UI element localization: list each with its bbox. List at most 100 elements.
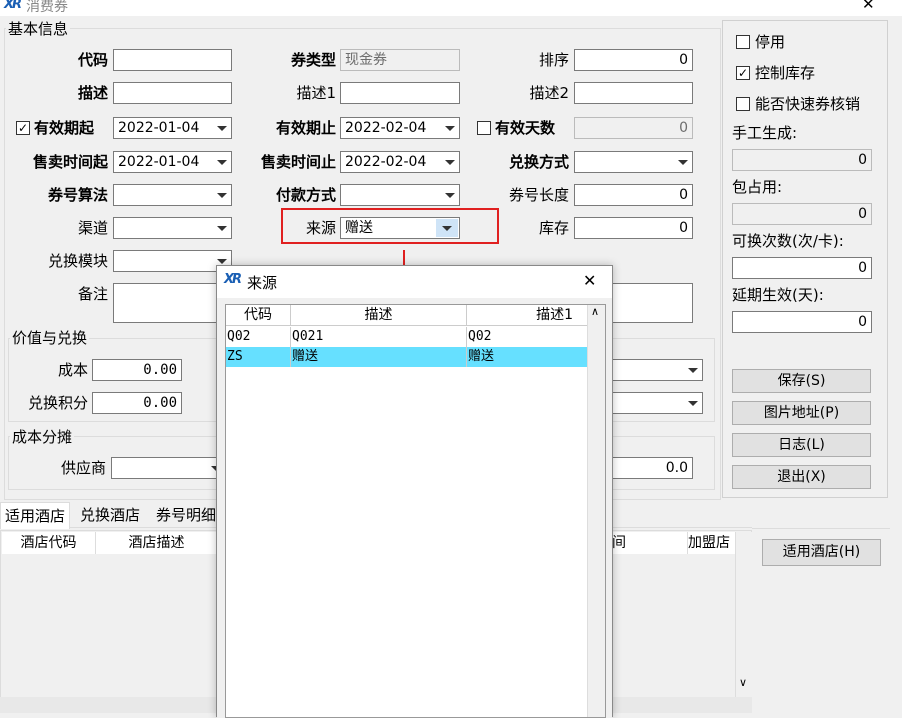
cost-group-title: 成本分摊 (10, 428, 75, 446)
col-interval[interactable]: 间 (612, 532, 688, 554)
cell-desc: 赠送 (291, 347, 467, 367)
source-popup: XR 来源 ✕ 代码 描述 描述1 Q02 Q021 Q02 ZS 赠送 赠送 … (216, 265, 613, 718)
quick-verify-checkbox[interactable] (736, 97, 750, 111)
times-field[interactable]: 0 (732, 257, 872, 279)
length-label: 券号长度 (508, 186, 569, 204)
chevron-down-icon (217, 193, 227, 198)
chevron-down-icon (445, 160, 455, 165)
delay-field[interactable]: 0 (732, 311, 872, 333)
applicable-hotels-button[interactable]: 适用酒店(H) (762, 539, 881, 566)
sort-field[interactable]: 0 (574, 49, 693, 71)
table-row-selected[interactable]: ZS 赠送 赠送 (226, 347, 588, 367)
type-field: 现金券 (340, 49, 460, 71)
points-label: 兑换积分 (27, 394, 88, 412)
valid-from-dropdown[interactable]: 2022-01-04 (113, 117, 232, 139)
supplier-dropdown[interactable] (111, 457, 226, 479)
source-table: 代码 描述 描述1 Q02 Q021 Q02 ZS 赠送 赠送 ∧ (225, 304, 606, 718)
tab-voucher-details[interactable]: 券号明细 (152, 502, 220, 528)
tab-exchange-hotels[interactable]: 兑换酒店 (76, 502, 144, 528)
code-field[interactable] (113, 49, 232, 71)
disable-checkbox[interactable] (736, 35, 750, 49)
table-row[interactable]: Q02 Q021 Q02 (226, 327, 588, 347)
save-button[interactable]: 保存(S) (732, 369, 871, 393)
col-code[interactable]: 代码 (226, 305, 291, 326)
chevron-down-icon (688, 401, 698, 406)
value-right-dropdown-2[interactable] (610, 392, 703, 414)
code-label: 代码 (77, 51, 108, 69)
valid-days-checkbox[interactable] (477, 121, 491, 135)
valid-from-value: 2022-01-04 (118, 120, 200, 136)
col-desc1[interactable]: 描述1 (467, 305, 588, 326)
close-icon[interactable]: ✕ (583, 271, 596, 290)
value-right-dropdown-1[interactable] (610, 359, 703, 381)
channel-dropdown[interactable] (113, 217, 232, 239)
pay-label: 付款方式 (275, 186, 336, 204)
chevron-down-icon (688, 368, 698, 373)
manual-field: 0 (732, 149, 872, 171)
times-label: 可换次数(次/卡): (732, 232, 844, 250)
exit-button[interactable]: 退出(X) (732, 465, 871, 489)
stock-control-checkbox[interactable]: ✓ (736, 66, 750, 80)
exchange-mode-dropdown[interactable] (574, 151, 693, 173)
type-label: 券类型 (290, 51, 336, 69)
close-icon[interactable]: ✕ (862, 0, 875, 13)
basic-info-title: 基本信息 (6, 20, 71, 38)
desc-field[interactable] (113, 82, 232, 104)
delay-label: 延期生效(天): (732, 286, 824, 304)
points-field[interactable]: 0.00 (92, 392, 182, 414)
cost-label: 成本 (57, 361, 88, 379)
cell-code: ZS (226, 347, 291, 367)
valid-to-label: 有效期止 (275, 119, 336, 137)
cell-code: Q02 (226, 327, 291, 347)
sort-label: 排序 (538, 51, 569, 69)
cost-field[interactable]: 0.00 (92, 359, 182, 381)
valid-to-dropdown[interactable]: 2022-02-04 (340, 117, 460, 139)
col-hotel-code[interactable]: 酒店代码 (2, 532, 96, 554)
col-hotel-desc[interactable]: 酒店描述 (96, 532, 218, 554)
chevron-down-icon (217, 259, 227, 264)
sale-to-dropdown[interactable]: 2022-02-04 (340, 151, 460, 173)
right-divider (752, 528, 890, 529)
grid-vscroll[interactable]: ∨ (735, 532, 752, 698)
valid-to-value: 2022-02-04 (345, 120, 427, 136)
stock-field[interactable]: 0 (574, 217, 693, 239)
value-group-title: 价值与兑换 (10, 329, 90, 347)
app-logo-icon: XR (224, 272, 242, 287)
popup-header: XR 来源 ✕ (217, 266, 612, 298)
module-dropdown[interactable] (113, 250, 232, 272)
cell-desc1: Q02 (467, 327, 588, 347)
chevron-down-icon (217, 160, 227, 165)
algo-label: 券号算法 (47, 186, 108, 204)
title-bar: XR 消费券 ✕ (0, 0, 902, 16)
desc1-label: 描述1 (296, 84, 336, 102)
valid-days-label: 有效天数 (495, 119, 556, 137)
highlight-box (281, 208, 499, 244)
app-logo-icon: XR (4, 0, 22, 12)
disable-label: 停用 (755, 33, 786, 51)
length-field[interactable]: 0 (574, 184, 693, 206)
remark-label: 备注 (77, 285, 108, 303)
stock-label: 库存 (538, 219, 569, 237)
chevron-down-icon[interactable]: ∨ (739, 676, 747, 689)
log-button[interactable]: 日志(L) (732, 433, 871, 457)
valid-from-checkbox[interactable]: ✓ (16, 121, 30, 135)
algo-dropdown[interactable] (113, 184, 232, 206)
exchange-mode-label: 兑换方式 (508, 153, 569, 171)
window-title: 消费券 (26, 0, 68, 15)
popup-vscroll[interactable]: ∧ (587, 305, 605, 717)
pay-dropdown[interactable] (340, 184, 460, 206)
desc1-field[interactable] (340, 82, 460, 104)
manual-label: 手工生成: (732, 124, 798, 142)
sale-from-label: 售卖时间起 (32, 153, 108, 171)
stock-control-label: 控制库存 (755, 64, 816, 82)
col-franchise[interactable]: 加盟店 (688, 532, 738, 554)
col-desc[interactable]: 描述 (291, 305, 467, 326)
image-url-button[interactable]: 图片地址(P) (732, 401, 871, 425)
desc2-label: 描述2 (529, 84, 569, 102)
sale-from-dropdown[interactable]: 2022-01-04 (113, 151, 232, 173)
cost-right-field[interactable]: 0.0 (610, 457, 693, 479)
tab-applicable-hotels[interactable]: 适用酒店 (0, 502, 71, 529)
chevron-up-icon[interactable]: ∧ (591, 305, 599, 318)
desc2-field[interactable] (574, 82, 693, 104)
chevron-down-icon (217, 226, 227, 231)
